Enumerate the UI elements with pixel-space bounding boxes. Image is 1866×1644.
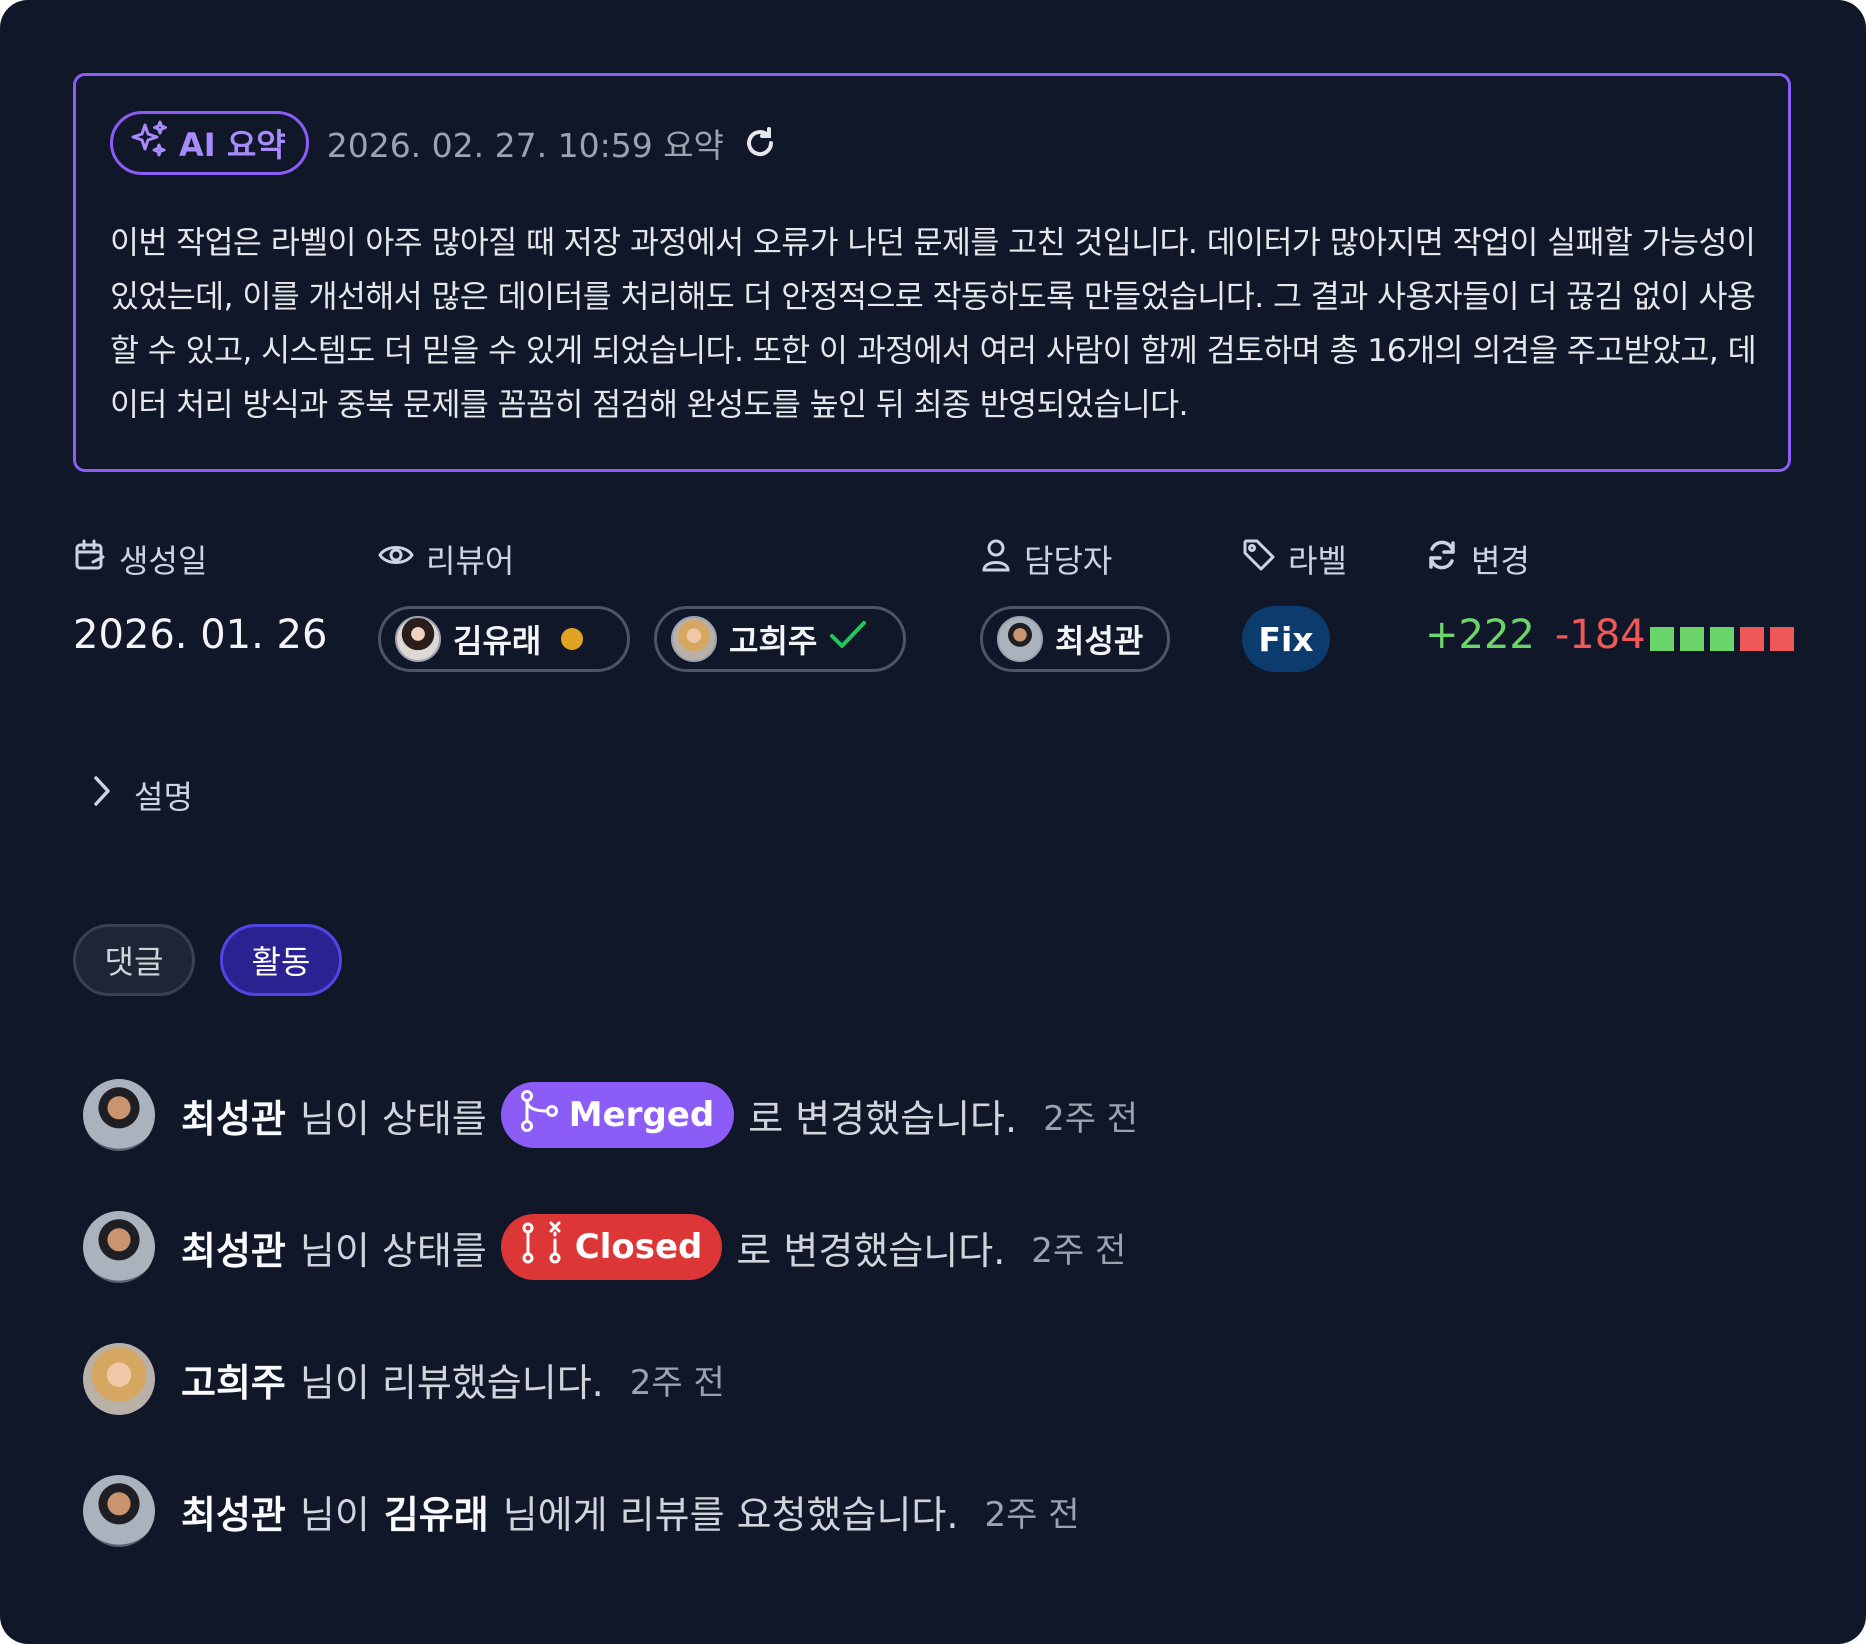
pending-status-dot: [561, 628, 584, 650]
created-date: 2026. 01. 26: [73, 612, 328, 658]
ai-summary-card: AI 요약 2026. 02. 27. 10:59 요약 이번 작업은 라벨이 …: [73, 73, 1791, 472]
reviewer-chip-go[interactable]: 고희주: [654, 606, 906, 672]
labels-label: 라벨: [1242, 535, 1347, 583]
actor-name[interactable]: 고희주: [181, 1352, 286, 1407]
ai-summary-chip-label: AI 요약: [179, 126, 286, 164]
pull-request-panel: AI 요약 2026. 02. 27. 10:59 요약 이번 작업은 라벨이 …: [0, 0, 1866, 1644]
check-icon: [829, 619, 867, 659]
changes-label-text: 변경: [1471, 542, 1530, 580]
activity-item: 최성관 님이 김유래 님에게 리뷰를 요청했습니다. 2주 전: [83, 1474, 1079, 1548]
avatar: [83, 1343, 155, 1415]
reviewer-name: 고희주: [729, 622, 818, 660]
assignee-label: 담당자: [980, 535, 1112, 583]
chevron-right-icon: [90, 773, 114, 817]
ai-summary-chip: AI 요약: [110, 111, 309, 175]
reviewer-chip-kim[interactable]: 김유래: [378, 606, 630, 672]
activity-time: 2주 전: [629, 1362, 725, 1403]
git-merge-icon: [519, 1089, 559, 1142]
activity-item: 최성관 님이 상태를 Merged 로 변경했습니다. 2주 전: [83, 1078, 1138, 1152]
actor-name[interactable]: 최성관: [181, 1484, 286, 1539]
sparkles-icon: [129, 119, 169, 167]
avatar: [997, 616, 1043, 662]
actor-name[interactable]: 최성관: [181, 1088, 286, 1143]
reviewers-label-text: 리뷰어: [426, 542, 515, 580]
tab-comments[interactable]: 댓글: [73, 924, 195, 996]
deletions-count: -184: [1554, 612, 1646, 658]
state-badge-merged: Merged: [500, 1082, 735, 1148]
state-badge-closed: Closed: [500, 1214, 723, 1280]
avatar: [83, 1079, 155, 1151]
diff-block-add: [1680, 627, 1704, 651]
additions-count: +222: [1425, 612, 1535, 658]
state-label: Closed: [574, 1227, 703, 1267]
activity-text: 로 변경했습니다.: [736, 1228, 1006, 1273]
activity-text: 로 변경했습니다.: [748, 1096, 1018, 1141]
sync-icon: [1425, 538, 1459, 580]
activity-text: 님이 리뷰했습니다.: [299, 1360, 604, 1405]
assignee-label-text: 담당자: [1024, 542, 1113, 580]
actor-name[interactable]: 최성관: [181, 1220, 286, 1275]
avatar: [395, 616, 441, 662]
target-name[interactable]: 김유래: [384, 1484, 489, 1539]
diff-block-add: [1710, 627, 1734, 651]
ai-summary-header: AI 요약 2026. 02. 27. 10:59 요약: [110, 110, 778, 176]
activity-text: 님이 상태를: [299, 1228, 487, 1273]
git-pull-request-closed-icon: [519, 1220, 565, 1275]
tab-activity[interactable]: 활동: [220, 924, 342, 996]
activity-item: 최성관 님이 상태를 Closed 로 변경했습니다. 2주 전: [83, 1210, 1126, 1284]
description-toggle[interactable]: 설명: [90, 772, 193, 818]
created-label: 생성일: [73, 535, 207, 583]
diff-block-del: [1770, 627, 1794, 651]
activity-time: 2주 전: [1031, 1230, 1127, 1271]
assignee-name: 최성관: [1055, 622, 1144, 660]
activity-item: 고희주 님이 리뷰했습니다. 2주 전: [83, 1342, 725, 1416]
assignee-chip[interactable]: 최성관: [980, 606, 1170, 672]
avatar: [671, 616, 717, 662]
calendar-icon: [73, 538, 107, 580]
user-icon: [980, 538, 1012, 580]
ai-summary-text: 이번 작업은 라벨이 아주 많아질 때 저장 과정에서 오류가 나던 문제를 고…: [110, 225, 1757, 423]
changes-label: 변경: [1425, 535, 1530, 583]
diff-blocks: [1650, 627, 1794, 651]
description-label: 설명: [134, 778, 193, 816]
refresh-icon[interactable]: [742, 125, 778, 161]
ai-summary-timestamp: 2026. 02. 27. 10:59 요약: [326, 126, 724, 165]
created-label-text: 생성일: [119, 542, 208, 580]
state-label: Merged: [568, 1095, 715, 1135]
reviewers-label: 리뷰어: [378, 535, 514, 583]
tag-icon: [1242, 538, 1276, 580]
avatar: [83, 1475, 155, 1547]
diff-block-del: [1740, 627, 1764, 651]
reviewer-name: 김유래: [453, 622, 542, 660]
activity-text: 님이: [299, 1492, 370, 1537]
labels-label-text: 라벨: [1288, 542, 1347, 580]
diff-block-add: [1650, 627, 1674, 651]
avatar: [83, 1211, 155, 1283]
diff-stats: +222 -184: [1425, 612, 1646, 658]
activity-text: 님에게 리뷰를 요청했습니다.: [502, 1492, 959, 1537]
label-fix[interactable]: Fix: [1242, 606, 1330, 672]
activity-time: 2주 전: [1043, 1098, 1139, 1139]
eye-icon: [378, 540, 414, 578]
activity-text: 님이 상태를: [299, 1096, 487, 1141]
activity-time: 2주 전: [984, 1494, 1080, 1535]
